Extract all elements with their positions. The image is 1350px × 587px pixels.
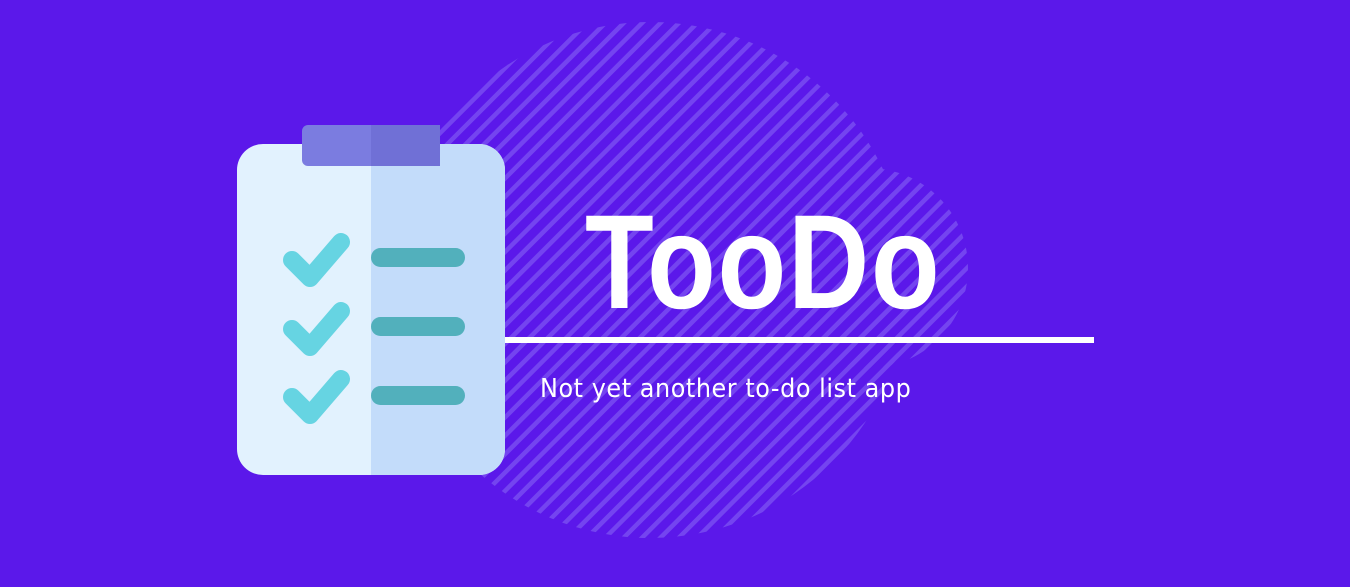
app-tagline: Not yet another to-do list app xyxy=(540,374,912,404)
clipboard-board xyxy=(237,144,505,475)
task-line-1 xyxy=(371,248,465,267)
clipboard-clip xyxy=(302,125,440,166)
app-title: TooDo xyxy=(585,188,942,337)
app-banner: TooDo Not yet another to-do list app xyxy=(0,0,1350,587)
task-line-3 xyxy=(371,386,465,405)
task-line-2 xyxy=(371,317,465,336)
clipboard-checklist-icon xyxy=(237,125,505,475)
title-underline xyxy=(505,337,1094,343)
